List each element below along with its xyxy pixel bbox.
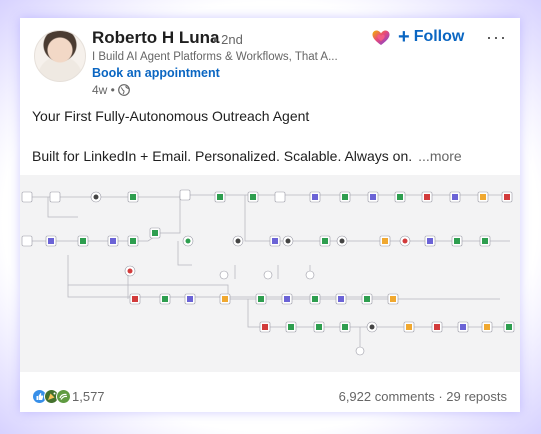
engagement-stats: 6,922 comments · 29 reposts bbox=[339, 389, 507, 404]
post-body: Built for LinkedIn + Email. Personalized… bbox=[32, 148, 462, 164]
reposts-count-link[interactable]: 29 reposts bbox=[446, 389, 507, 404]
see-more-link[interactable]: ...more bbox=[418, 148, 462, 164]
more-options-icon[interactable]: ··· bbox=[486, 27, 507, 48]
stats-separator: · bbox=[438, 389, 443, 404]
author-name[interactable]: Roberto H Luna bbox=[92, 28, 220, 48]
post-title: Your First Fully-Autonomous Outreach Age… bbox=[32, 108, 310, 124]
reaction-icons bbox=[32, 389, 71, 404]
author-avatar[interactable] bbox=[34, 30, 86, 82]
heart-reaction-icon bbox=[372, 30, 390, 45]
post-body-text: Built for LinkedIn + Email. Personalized… bbox=[32, 148, 413, 164]
follow-label: Follow bbox=[413, 28, 465, 45]
reaction-count: 1,577 bbox=[72, 389, 105, 404]
author-headline: I Build AI Agent Platforms & Workflows, … bbox=[92, 51, 338, 63]
connection-degree: • 2nd bbox=[213, 32, 243, 47]
post-time: 4w • bbox=[92, 83, 115, 97]
support-icon bbox=[56, 389, 71, 404]
comments-count-link[interactable]: 6,922 comments bbox=[339, 389, 435, 404]
workflow-diagram-image[interactable] bbox=[20, 175, 520, 372]
book-appointment-link[interactable]: Book an appointment bbox=[92, 66, 220, 80]
reactions-summary[interactable]: 1,577 bbox=[32, 389, 105, 404]
post-meta: 4w • bbox=[92, 83, 130, 97]
follow-button[interactable]: + Follow bbox=[398, 26, 465, 48]
globe-icon bbox=[117, 84, 130, 96]
plus-icon: + bbox=[398, 26, 410, 48]
